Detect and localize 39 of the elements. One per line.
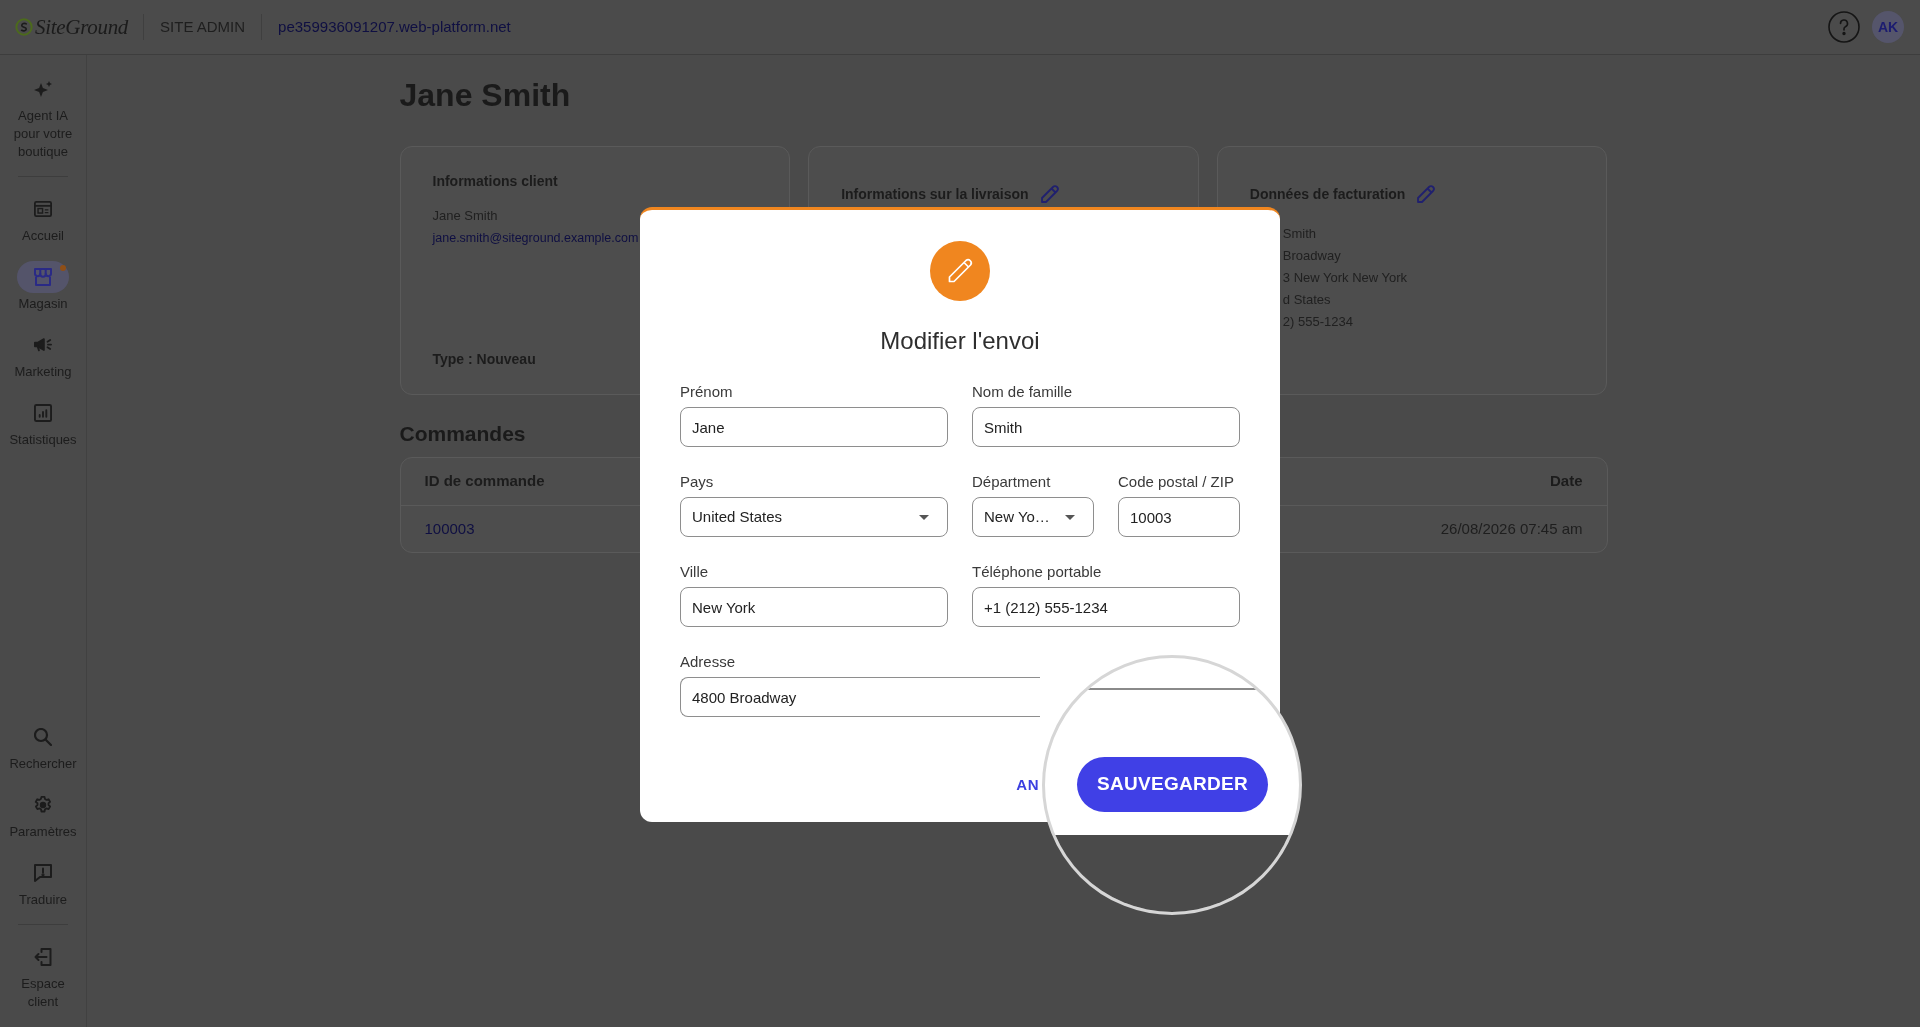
select-field[interactable]: New Yo… — [972, 497, 1094, 537]
save-button[interactable]: SAUVEGARDER — [1077, 757, 1268, 812]
order-id-link[interactable]: 100003 — [424, 517, 475, 541]
select-field[interactable]: United States — [680, 497, 948, 537]
field-label: Nom de famille — [972, 382, 1073, 402]
pencil-icon[interactable] — [1417, 185, 1436, 203]
settings-icon — [34, 796, 52, 814]
input-field[interactable]: 4800 Broadway — [680, 677, 1040, 717]
search-icon — [34, 728, 52, 746]
megaphone-icon — [34, 336, 52, 354]
field-label: Ville — [680, 562, 709, 582]
pencil-icon — [930, 241, 990, 301]
field-label: Prénom — [680, 382, 733, 402]
caret-icon — [919, 514, 929, 520]
field-label: Code postal / ZIP — [1118, 472, 1234, 492]
cancel-button[interactable]: AN — [1016, 775, 1039, 795]
site-url-link[interactable]: pe359936091207.web-platform.net — [278, 15, 511, 39]
input-field[interactable]: New York — [680, 587, 948, 627]
storefront-icon — [34, 268, 52, 286]
swirl-logo-icon — [15, 18, 33, 36]
field-label: Téléphone portable — [972, 562, 1102, 582]
field-label: Adresse — [680, 652, 736, 672]
exit-arrow-icon — [34, 948, 52, 966]
field-label: Pays — [680, 472, 714, 492]
email-link[interactable]: jane.smith@siteground.example.com — [432, 227, 639, 249]
speech-bubble-alert-icon — [34, 864, 52, 882]
help-icon[interactable] — [1828, 11, 1860, 43]
caret-icon — [1065, 514, 1075, 520]
input-field[interactable]: 10003 — [1118, 497, 1240, 537]
bar-chart-icon — [34, 404, 52, 422]
field-label: Départment — [972, 472, 1051, 492]
sparkle-icon — [34, 80, 52, 98]
input-field[interactable]: +1 (212) 555-1234 — [972, 587, 1240, 627]
input-field[interactable]: Smith — [972, 407, 1240, 447]
pencil-icon[interactable] — [1040, 185, 1059, 203]
input-field[interactable]: Jane — [680, 407, 948, 447]
dashboard-icon — [34, 200, 52, 218]
avatar[interactable]: AK — [1872, 11, 1904, 43]
dialog-title: Modifier l'envoi — [880, 326, 1040, 356]
